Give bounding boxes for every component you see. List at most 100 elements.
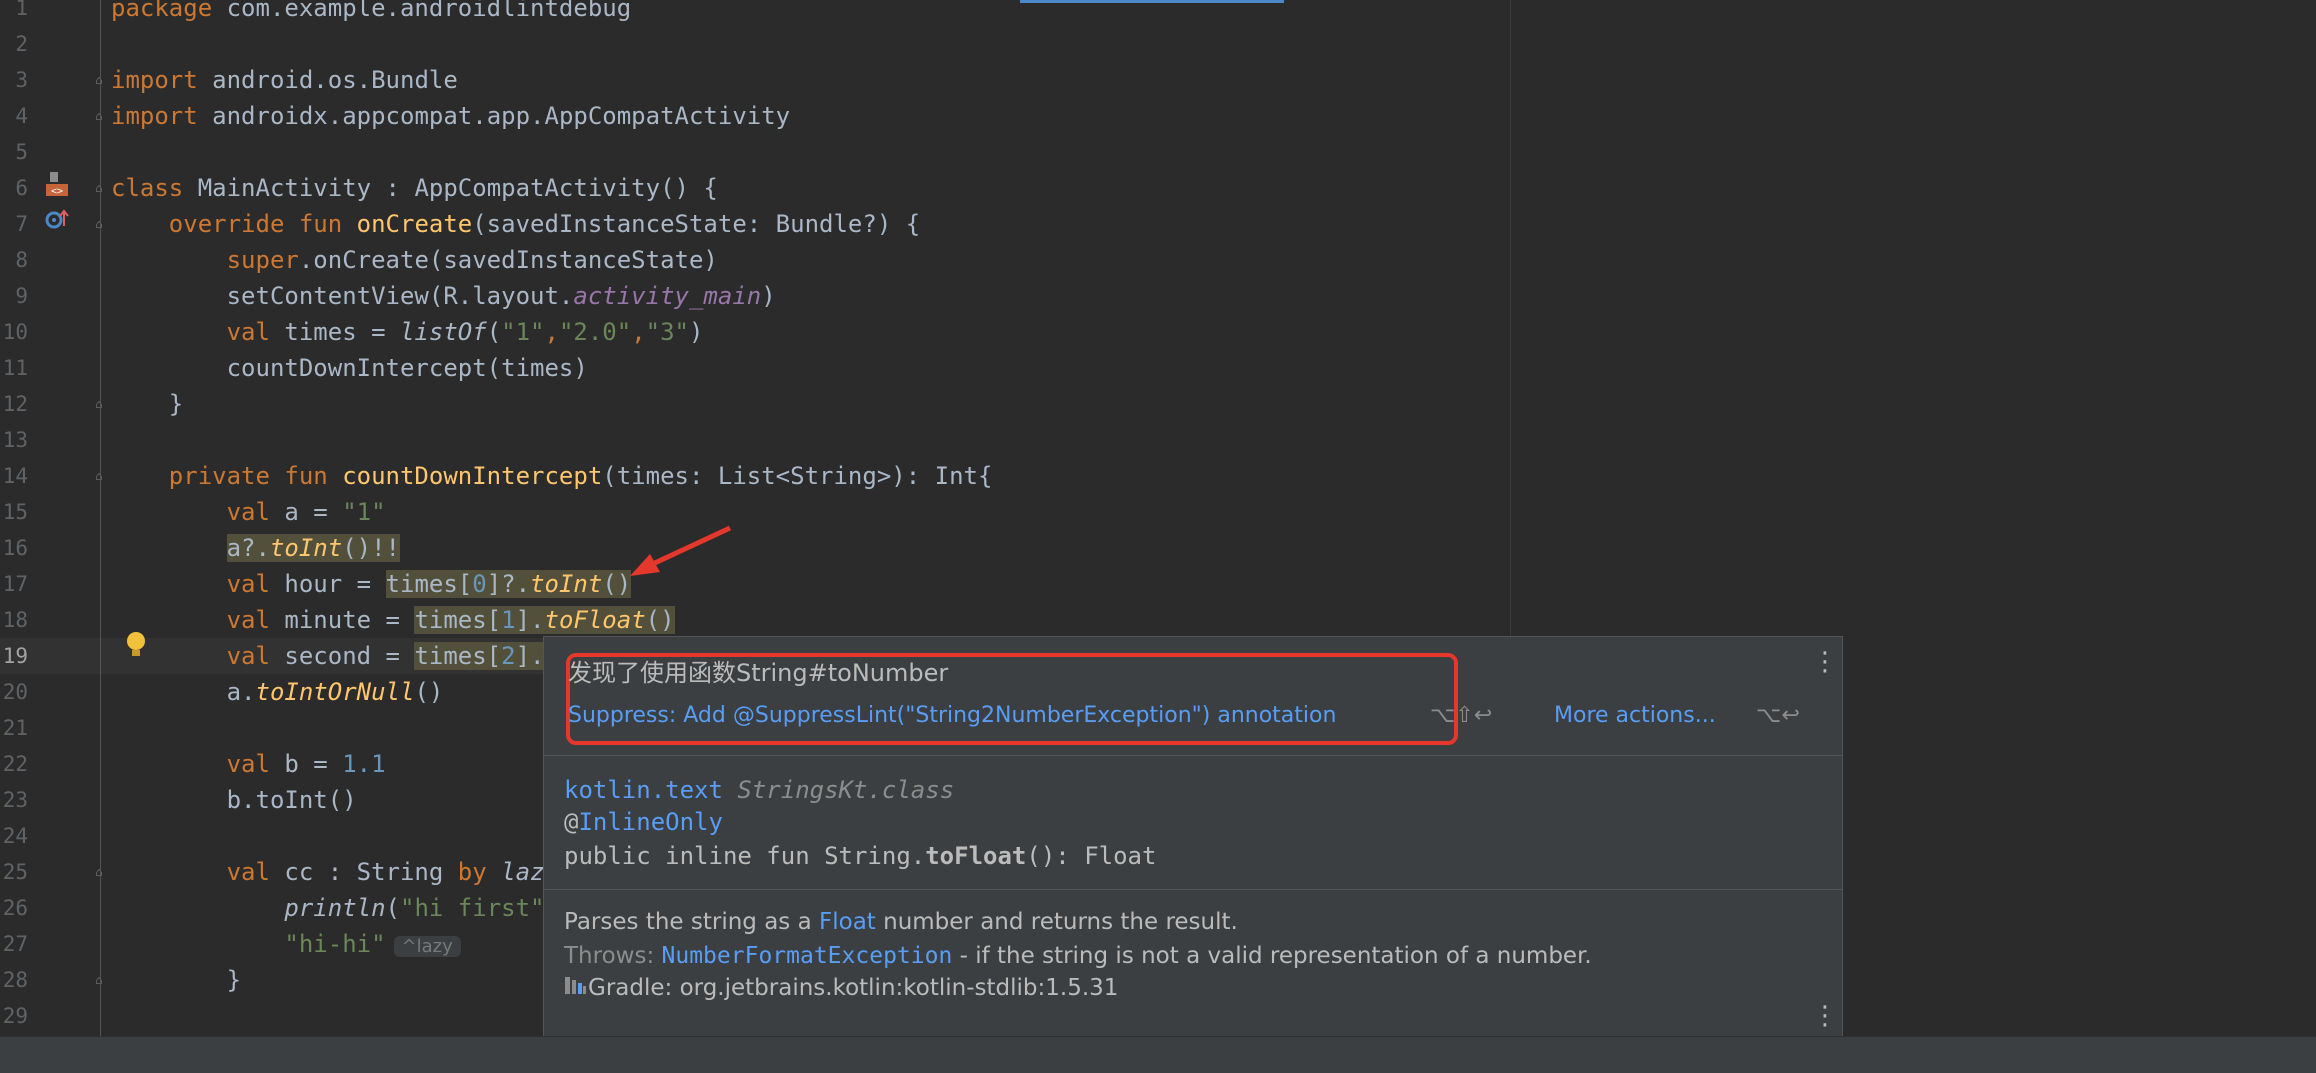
- code-text[interactable]: }: [111, 386, 183, 422]
- code-text[interactable]: val cc : String by lazy: [111, 854, 559, 890]
- line-number[interactable]: 11: [0, 350, 28, 386]
- line-number[interactable]: 19: [0, 638, 28, 674]
- inspection-popup[interactable]: 发现了使用函数String#toNumber Suppress: Add @Su…: [543, 636, 1843, 1054]
- lint-message: 发现了使用函数String#toNumber: [568, 659, 949, 687]
- code-line-17[interactable]: 17 val hour = times[0]?.toInt(): [0, 566, 1510, 602]
- doc-more-vert-icon[interactable]: ⋮: [1812, 1003, 1838, 1029]
- code-text[interactable]: "hi-hi" ^lazy: [111, 926, 461, 965]
- line-number[interactable]: 27: [0, 926, 28, 962]
- code-line-11[interactable]: 11 countDownIntercept(times): [0, 350, 1510, 386]
- doc-throws: Throws: NumberFormatException - if the s…: [564, 939, 1592, 973]
- fold-marker-icon[interactable]: ⌂: [92, 109, 106, 123]
- code-token: com.example.androidlintdebug: [226, 0, 632, 22]
- code-token: activity_main: [573, 282, 762, 310]
- code-text[interactable]: val times = listOf("1","2.0","3"): [111, 314, 704, 350]
- line-number[interactable]: 16: [0, 530, 28, 566]
- code-text[interactable]: val hour = times[0]?.toInt(): [111, 566, 632, 602]
- line-number[interactable]: 23: [0, 782, 28, 818]
- code-text[interactable]: b.toInt(): [111, 782, 357, 818]
- line-number[interactable]: 20: [0, 674, 28, 710]
- fold-marker-icon[interactable]: ⌂: [92, 181, 106, 195]
- code-line-14[interactable]: 14 ⌂ private fun countDownIntercept(times…: [0, 458, 1510, 494]
- code-line-6[interactable]: 6 ⌂ class MainActivity : AppCompatActivity…: [0, 170, 1510, 206]
- code-line-12[interactable]: 12 ⌂ }: [0, 386, 1510, 422]
- more-vert-icon[interactable]: ⋮: [1812, 649, 1838, 675]
- code-text[interactable]: import androidx.appcompat.app.AppCompatA…: [111, 98, 790, 134]
- line-number[interactable]: 8: [0, 242, 28, 278]
- code-line-8[interactable]: 8 super.onCreate(savedInstanceState): [0, 242, 1510, 278]
- line-number[interactable]: 6: [0, 170, 28, 206]
- line-number[interactable]: 9: [0, 278, 28, 314]
- android-layout-icon[interactable]: <>: [44, 170, 70, 205]
- code-text[interactable]: super.onCreate(savedInstanceState): [111, 242, 718, 278]
- override-method-icon[interactable]: [44, 208, 70, 237]
- line-number[interactable]: 17: [0, 566, 28, 602]
- code-line-10[interactable]: 10 val times = listOf("1","2.0","3"): [0, 314, 1510, 350]
- line-number[interactable]: 24: [0, 818, 28, 854]
- code-line-16[interactable]: 16 a?.toInt()!!: [0, 530, 1510, 566]
- code-text[interactable]: setContentView(R.layout.activity_main): [111, 278, 776, 314]
- code-token: (savedInstanceState: Bundle?) {: [472, 210, 921, 238]
- line-number[interactable]: 4: [0, 98, 28, 134]
- fold-marker-icon[interactable]: ⌂: [92, 217, 106, 231]
- code-text[interactable]: countDownIntercept(times): [111, 350, 588, 386]
- code-text[interactable]: a?.toInt()!!: [111, 530, 400, 566]
- fold-marker-icon[interactable]: ⌂: [92, 973, 106, 987]
- code-line-13[interactable]: 13: [0, 422, 1510, 458]
- doc-exception-link[interactable]: NumberFormatException: [662, 943, 953, 969]
- fold-marker-icon[interactable]: ⌂: [92, 73, 106, 87]
- code-text[interactable]: class MainActivity : AppCompatActivity()…: [111, 170, 718, 206]
- line-number[interactable]: 13: [0, 422, 28, 458]
- code-line-15[interactable]: 15 val a = "1": [0, 494, 1510, 530]
- line-number[interactable]: 3: [0, 62, 28, 98]
- line-number[interactable]: 14: [0, 458, 28, 494]
- line-number[interactable]: 25: [0, 854, 28, 890]
- code-text[interactable]: println("hi first"): [111, 890, 559, 926]
- code-line-3[interactable]: 3 ⌂ import android.os.Bundle: [0, 62, 1510, 98]
- code-text[interactable]: val a = "1": [111, 494, 386, 530]
- line-number[interactable]: 21: [0, 710, 28, 746]
- fold-marker-icon[interactable]: ⌂: [92, 397, 106, 411]
- code-text[interactable]: a.toIntOrNull(): [111, 674, 444, 710]
- code-text[interactable]: val minute = times[1].toFloat(): [111, 602, 675, 638]
- code-text[interactable]: private fun countDownIntercept(times: Li…: [111, 458, 993, 494]
- doc-float-link[interactable]: Float: [819, 909, 876, 935]
- fold-marker-icon[interactable]: ⌂: [92, 469, 106, 483]
- doc-signature-prefix: public inline fun String.: [564, 842, 926, 870]
- code-line-1[interactable]: 1 package com.example.androidlintdebug: [0, 0, 1510, 26]
- line-number[interactable]: 5: [0, 134, 28, 170]
- code-line-5[interactable]: 5: [0, 134, 1510, 170]
- line-number[interactable]: 18: [0, 602, 28, 638]
- line-number[interactable]: 26: [0, 890, 28, 926]
- more-actions-link[interactable]: More actions...: [1554, 699, 1716, 733]
- line-number[interactable]: 7: [0, 206, 28, 242]
- code-line-4[interactable]: 4 ⌂ import androidx.appcompat.app.AppCompa…: [0, 98, 1510, 134]
- line-number[interactable]: 12: [0, 386, 28, 422]
- code-line-2[interactable]: 2: [0, 26, 1510, 62]
- doc-annotation[interactable]: InlineOnly: [578, 808, 723, 836]
- code-text[interactable]: package com.example.androidlintdebug: [111, 0, 631, 26]
- fold-marker-icon[interactable]: ⌂: [92, 865, 106, 879]
- code-text[interactable]: val b = 1.1: [111, 746, 386, 782]
- doc-signature-name: toFloat: [925, 842, 1027, 870]
- line-number[interactable]: 28: [0, 962, 28, 998]
- line-number[interactable]: 1: [0, 0, 28, 26]
- line-number[interactable]: 2: [0, 26, 28, 62]
- doc-package[interactable]: kotlin.text: [564, 776, 723, 804]
- code-text[interactable]: }: [111, 962, 241, 998]
- lightbulb-icon[interactable]: [124, 630, 148, 665]
- code-token: times[: [385, 570, 473, 598]
- suppress-action-link[interactable]: Suppress: Add @SuppressLint("String2Numb…: [568, 699, 1336, 733]
- line-number[interactable]: 29: [0, 998, 28, 1034]
- code-line-18[interactable]: 18 val minute = times[1].toFloat(): [0, 602, 1510, 638]
- code-text[interactable]: override fun onCreate(savedInstanceState…: [111, 206, 920, 242]
- code-line-7[interactable]: 7 ⌂ override fun onCreate(savedInstanceSt…: [0, 206, 1510, 242]
- code-text[interactable]: val second = times[2].t: [111, 638, 559, 674]
- line-number[interactable]: 10: [0, 314, 28, 350]
- code-text[interactable]: import android.os.Bundle: [111, 62, 458, 98]
- code-line-9[interactable]: 9 setContentView(R.layout.activity_main): [0, 278, 1510, 314]
- code-token: MainActivity : AppCompatActivity() {: [197, 174, 718, 202]
- line-number[interactable]: 22: [0, 746, 28, 782]
- line-number[interactable]: 15: [0, 494, 28, 530]
